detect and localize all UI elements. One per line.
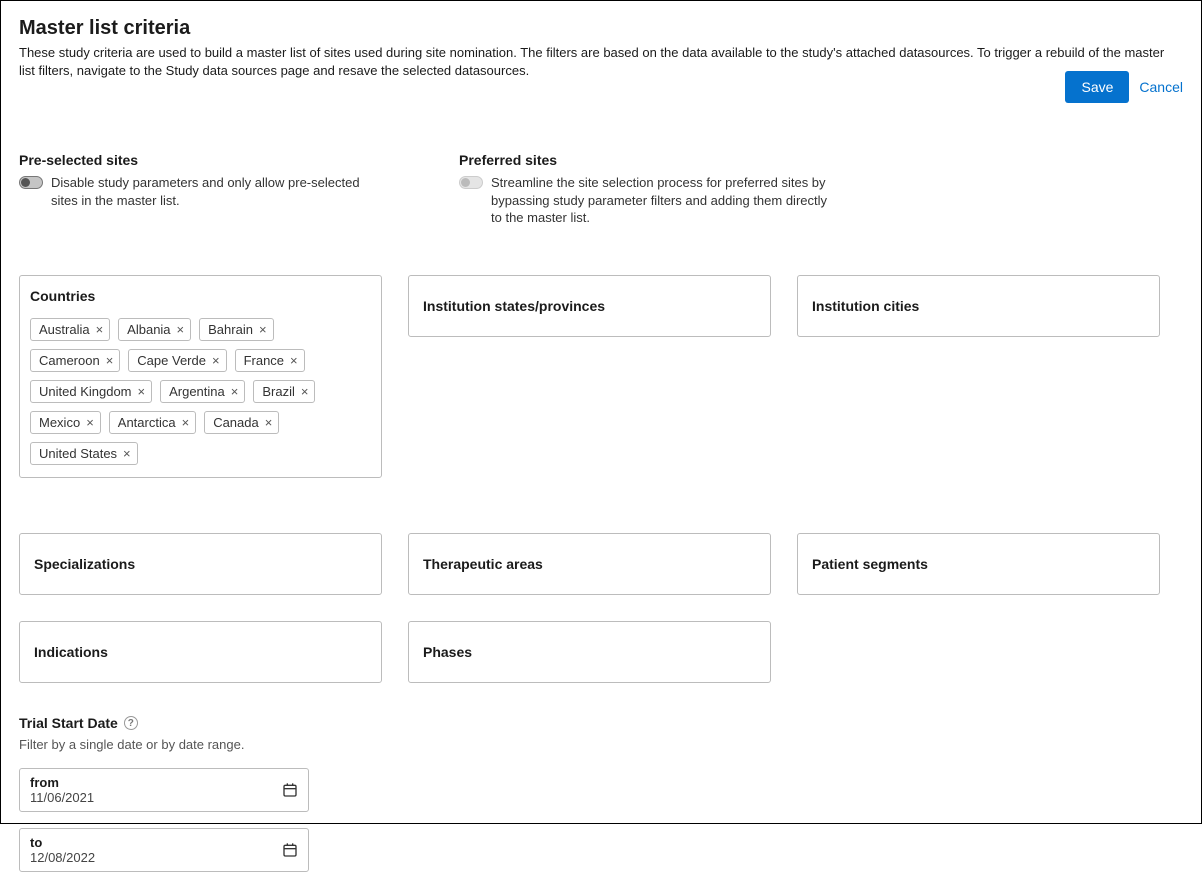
country-chip[interactable]: Cameroon × [30, 349, 120, 372]
chip-label: Antarctica [118, 415, 176, 430]
date-from-value: 11/06/2021 [30, 790, 94, 805]
country-chip[interactable]: Mexico × [30, 411, 101, 434]
therapeutic-areas-label: Therapeutic areas [423, 556, 756, 572]
save-button[interactable]: Save [1065, 71, 1129, 103]
preferred-heading: Preferred sites [459, 152, 829, 168]
close-icon[interactable]: × [96, 322, 104, 337]
chip-label: Cameroon [39, 353, 100, 368]
chip-label: Argentina [169, 384, 225, 399]
chip-label: Bahrain [208, 322, 253, 337]
trial-start-heading: Trial Start Date ? [19, 715, 138, 731]
patient-segments-filter[interactable]: Patient segments [797, 533, 1160, 595]
close-icon[interactable]: × [138, 384, 146, 399]
close-icon[interactable]: × [182, 415, 190, 430]
page-title: Master list criteria [19, 17, 1183, 40]
states-label: Institution states/provinces [423, 298, 756, 314]
date-to-input[interactable]: to 12/08/2022 [19, 828, 309, 872]
countries-label: Countries [30, 288, 371, 304]
chip-label: France [244, 353, 284, 368]
preferred-description: Streamline the site selection process fo… [491, 174, 829, 227]
chip-label: United Kingdom [39, 384, 132, 399]
chip-label: Canada [213, 415, 259, 430]
preselected-toggle[interactable] [19, 176, 43, 189]
date-from-label: from [30, 775, 94, 790]
preferred-sites-block: Preferred sites Streamline the site sele… [459, 152, 829, 227]
states-filter[interactable]: Institution states/provinces [408, 275, 771, 337]
close-icon[interactable]: × [106, 353, 114, 368]
countries-filter[interactable]: Countries Australia×Albania×Bahrain×Came… [19, 275, 382, 478]
calendar-icon[interactable] [282, 842, 298, 858]
date-to-label: to [30, 835, 95, 850]
country-chip[interactable]: France × [235, 349, 305, 372]
preselected-heading: Pre-selected sites [19, 152, 389, 168]
trial-start-subtext: Filter by a single date or by date range… [19, 737, 1183, 752]
close-icon[interactable]: × [212, 353, 220, 368]
chip-label: Brazil [262, 384, 295, 399]
chip-label: Albania [127, 322, 170, 337]
chip-label: United States [39, 446, 117, 461]
indications-filter[interactable]: Indications [19, 621, 382, 683]
country-chip[interactable]: Brazil × [253, 380, 315, 403]
close-icon[interactable]: × [86, 415, 94, 430]
therapeutic-areas-filter[interactable]: Therapeutic areas [408, 533, 771, 595]
indications-label: Indications [34, 644, 367, 660]
chip-label: Mexico [39, 415, 80, 430]
specializations-label: Specializations [34, 556, 367, 572]
close-icon[interactable]: × [265, 415, 273, 430]
preselected-description: Disable study parameters and only allow … [51, 174, 389, 209]
close-icon[interactable]: × [290, 353, 298, 368]
country-chip[interactable]: Albania × [118, 318, 191, 341]
phases-filter[interactable]: Phases [408, 621, 771, 683]
country-chip[interactable]: Antarctica × [109, 411, 196, 434]
country-chip[interactable]: United States × [30, 442, 138, 465]
cities-filter[interactable]: Institution cities [797, 275, 1160, 337]
country-chip[interactable]: Bahrain × [199, 318, 273, 341]
close-icon[interactable]: × [123, 446, 131, 461]
close-icon[interactable]: × [177, 322, 185, 337]
date-from-input[interactable]: from 11/06/2021 [19, 768, 309, 812]
chip-label: Cape Verde [137, 353, 206, 368]
specializations-filter[interactable]: Specializations [19, 533, 382, 595]
trial-start-label: Trial Start Date [19, 715, 118, 731]
chip-label: Australia [39, 322, 90, 337]
preselected-sites-block: Pre-selected sites Disable study paramet… [19, 152, 389, 227]
patient-segments-label: Patient segments [812, 556, 1145, 572]
country-chip[interactable]: Cape Verde × [128, 349, 226, 372]
country-chip[interactable]: Canada × [204, 411, 279, 434]
country-chip[interactable]: Australia × [30, 318, 110, 341]
country-chip[interactable]: Argentina × [160, 380, 245, 403]
country-chip[interactable]: United Kingdom × [30, 380, 152, 403]
close-icon[interactable]: × [231, 384, 239, 399]
cancel-link[interactable]: Cancel [1139, 79, 1183, 95]
close-icon[interactable]: × [301, 384, 309, 399]
help-icon[interactable]: ? [124, 716, 138, 730]
date-to-value: 12/08/2022 [30, 850, 95, 865]
calendar-icon[interactable] [282, 782, 298, 798]
close-icon[interactable]: × [259, 322, 267, 337]
cities-label: Institution cities [812, 298, 1145, 314]
page-description: These study criteria are used to build a… [19, 44, 1169, 80]
phases-label: Phases [423, 644, 756, 660]
preferred-toggle[interactable] [459, 176, 483, 189]
